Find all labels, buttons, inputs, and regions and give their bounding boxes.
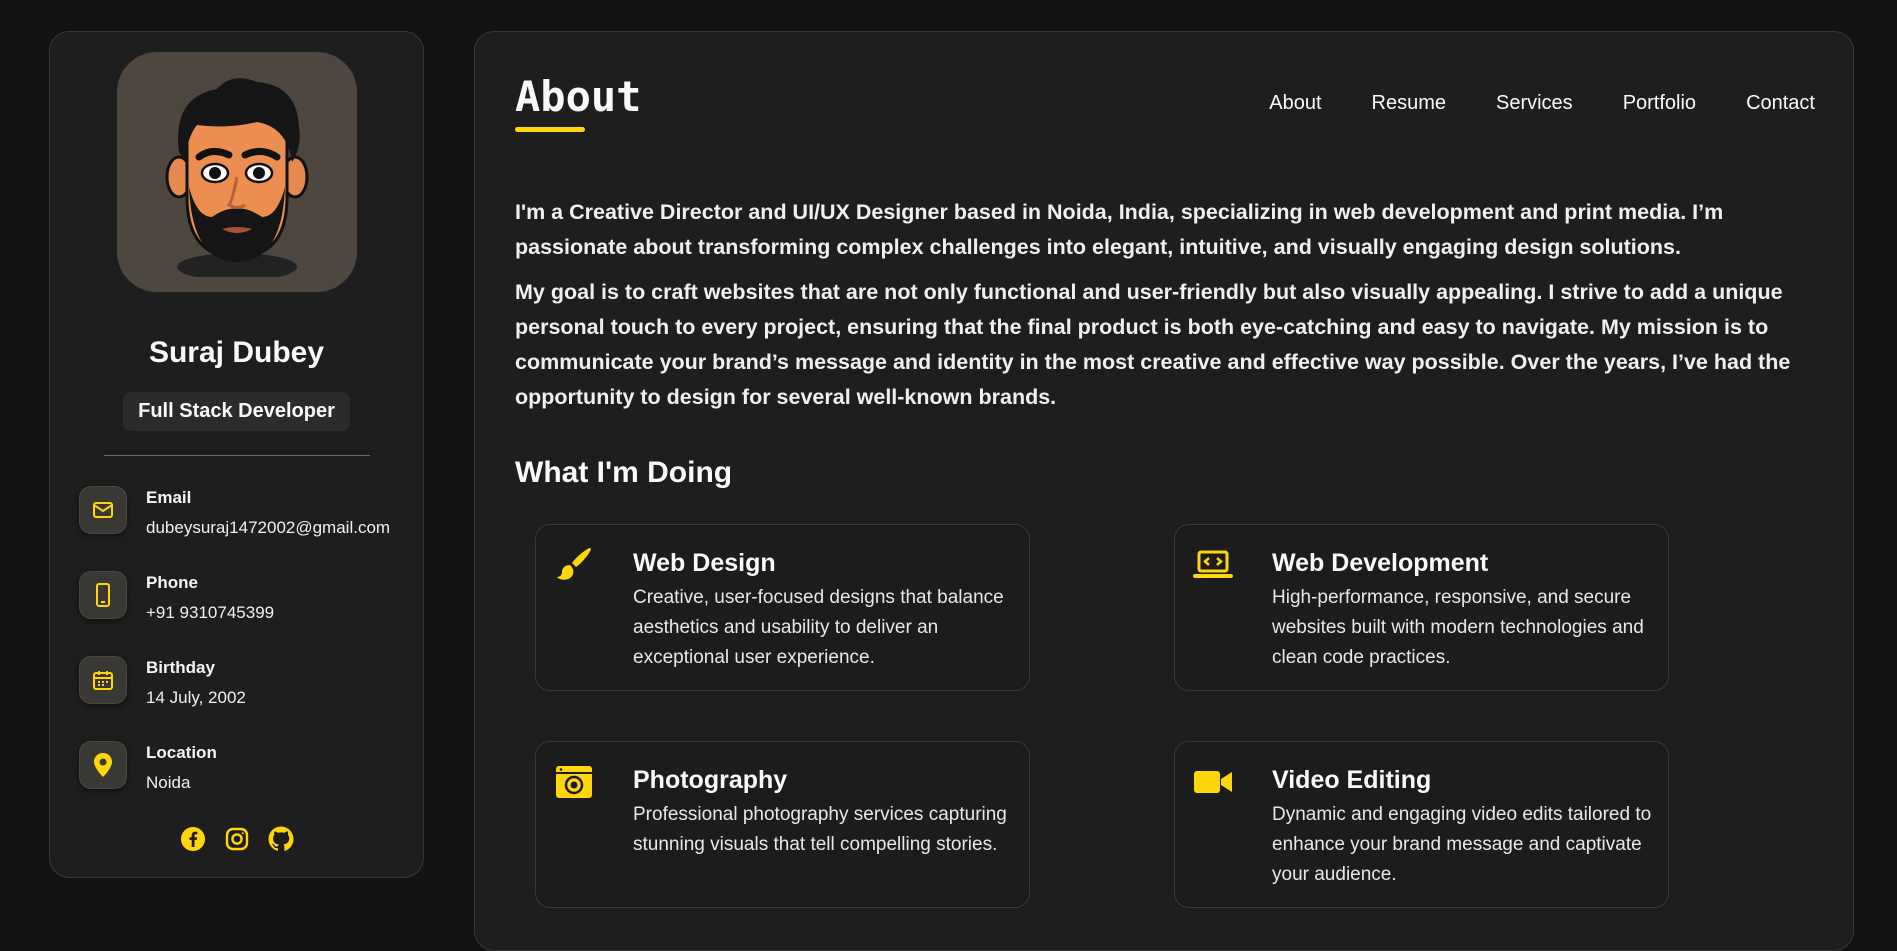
service-title: Video Editing bbox=[1272, 766, 1432, 794]
nav-resume[interactable]: Resume bbox=[1372, 92, 1446, 115]
service-description: Creative, user-focused designs that bala… bbox=[633, 587, 1004, 668]
contact-item-location: Location Noida bbox=[79, 741, 423, 826]
top-nav: About Resume Services Portfolio Contact bbox=[1269, 92, 1815, 115]
contact-list: Email dubeysuraj1472002@gmail.com Phone … bbox=[50, 486, 423, 826]
main-panel: About About Resume Services Portfolio Co… bbox=[474, 31, 1854, 951]
service-title: Photography bbox=[633, 766, 788, 794]
service-description: Dynamic and engaging video edits tailore… bbox=[1272, 804, 1652, 885]
contact-label: Birthday bbox=[146, 658, 215, 677]
facebook-icon[interactable] bbox=[180, 826, 206, 852]
service-title: Web Development bbox=[1272, 549, 1489, 577]
laptop-code-icon bbox=[1193, 545, 1233, 585]
service-card-web-design: Web Design Creative, user-focused design… bbox=[535, 524, 1030, 691]
service-card-video-editing: Video Editing Dynamic and engaging video… bbox=[1174, 741, 1669, 908]
phone-icon bbox=[79, 571, 127, 619]
avatar bbox=[116, 52, 357, 292]
phone-link[interactable]: +91 9310745399 bbox=[146, 603, 274, 623]
location-pin-icon bbox=[79, 741, 127, 789]
contact-item-phone: Phone +91 9310745399 bbox=[79, 571, 423, 656]
nav-portfolio[interactable]: Portfolio bbox=[1623, 92, 1696, 115]
video-camera-icon bbox=[1193, 762, 1233, 802]
divider bbox=[103, 455, 370, 456]
nav-contact[interactable]: Contact bbox=[1746, 92, 1815, 115]
contact-label: Email bbox=[146, 488, 192, 507]
social-links bbox=[180, 826, 294, 852]
camera-icon bbox=[554, 762, 594, 802]
paintbrush-icon bbox=[554, 545, 594, 585]
mail-icon bbox=[79, 486, 127, 534]
title-underline bbox=[515, 127, 585, 132]
contact-item-birthday: Birthday 14 July, 2002 bbox=[79, 656, 423, 741]
profile-name: Suraj Dubey bbox=[148, 336, 325, 369]
service-description: Professional photography services captur… bbox=[633, 804, 1007, 855]
about-text: I'm a Creative Director and UI/UX Design… bbox=[515, 195, 1825, 415]
about-paragraph: My goal is to craft websites that are no… bbox=[515, 280, 1791, 409]
page-title: About bbox=[515, 72, 642, 121]
nav-services[interactable]: Services bbox=[1496, 92, 1573, 115]
contact-label: Location bbox=[146, 743, 217, 762]
services-heading: What I'm Doing bbox=[515, 456, 733, 489]
service-card-web-development: Web Development High-performance, respon… bbox=[1174, 524, 1669, 691]
profile-sidebar: Suraj Dubey Full Stack Developer Email d… bbox=[49, 31, 424, 878]
location-value: Noida bbox=[146, 773, 191, 792]
profile-title-badge: Full Stack Developer bbox=[123, 392, 350, 431]
service-title: Web Design bbox=[633, 549, 776, 577]
service-card-photography: Photography Professional photography ser… bbox=[535, 741, 1030, 908]
contact-label: Phone bbox=[146, 573, 198, 592]
service-description: High-performance, responsive, and secure… bbox=[1272, 587, 1644, 668]
github-icon[interactable] bbox=[268, 826, 294, 852]
contact-item-email: Email dubeysuraj1472002@gmail.com bbox=[79, 486, 423, 571]
birthday-value: 14 July, 2002 bbox=[146, 688, 246, 707]
instagram-icon[interactable] bbox=[224, 826, 250, 852]
nav-about[interactable]: About bbox=[1269, 92, 1321, 115]
about-paragraph: I'm a Creative Director and UI/UX Design… bbox=[515, 200, 1724, 259]
email-link[interactable]: dubeysuraj1472002@gmail.com bbox=[146, 518, 390, 538]
calendar-icon bbox=[79, 656, 127, 704]
